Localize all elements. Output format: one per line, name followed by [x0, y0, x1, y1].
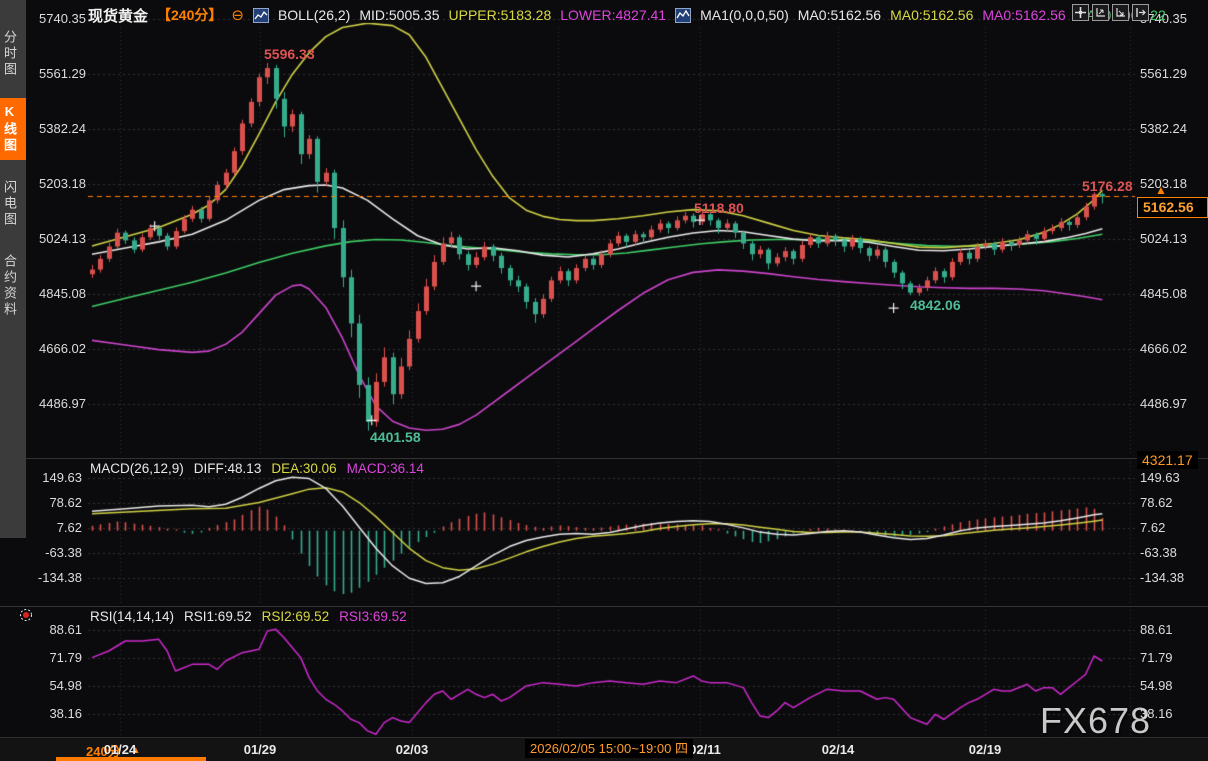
price-annotation: 5596.33 [264, 46, 315, 62]
main-y-tick-left: 5382.24 [16, 121, 86, 136]
range-low-badge: 4321.17 [1137, 451, 1198, 469]
x-axis-label: 02/14 [822, 742, 855, 757]
main-y-tick-right: 5382.24 [1140, 121, 1187, 136]
current-price-badge: 5162.56 [1137, 197, 1208, 218]
main-y-tick-left: 4486.97 [16, 396, 86, 411]
rsi-y-tick-left: 54.98 [12, 678, 82, 693]
collapse-panel-icon[interactable] [1132, 4, 1149, 21]
boll-lower-value: LOWER:4827.41 [560, 7, 666, 23]
watermark: FX678 [1040, 700, 1151, 742]
ma-label: MA1(0,0,0,50) [700, 7, 789, 23]
rsi-y-tick-right: 71.79 [1140, 650, 1173, 665]
macd-header: MACD(26,12,9) DIFF:48.13 DEA:30.06 MACD:… [90, 461, 424, 476]
sidebar: 分时图 K线图闪电图合约资料 [0, 0, 26, 538]
timeframe-underline [56, 757, 206, 761]
chart-header: 现货黄金 【240分】 ⊖ BOLL(26,2) MID:5005.35 UPP… [88, 4, 1166, 26]
main-y-tick-left: 4666.02 [16, 341, 86, 356]
rsi1-value: RSI1:69.52 [184, 609, 252, 624]
symbol-title: 现货黄金 [88, 5, 148, 26]
indicator-chart-icon[interactable] [675, 8, 691, 23]
macd-y-tick-right: -63.38 [1140, 545, 1177, 560]
live-alert-icon [19, 608, 33, 627]
main-y-tick-right: 5024.13 [1140, 231, 1187, 246]
boll-mid-value: MID:5005.35 [359, 7, 439, 23]
main-y-tick-left: 4845.08 [16, 286, 86, 301]
panel-divider [0, 606, 1208, 607]
rsi-y-tick-left: 38.16 [12, 706, 82, 721]
price-annotation: 5176.28 [1082, 178, 1133, 194]
macd-y-tick-right: 149.63 [1140, 470, 1180, 485]
macd-diff-value: DIFF:48.13 [194, 461, 262, 476]
main-y-tick-left: 5740.35 [16, 11, 86, 26]
x-axis-label: 02/19 [969, 742, 1002, 757]
pan-icon[interactable] [1072, 4, 1089, 21]
main-y-tick-left: 5561.29 [16, 66, 86, 81]
chart-toolbar [1072, 4, 1149, 21]
rsi-y-tick-left: 71.79 [12, 650, 82, 665]
main-y-tick-left: 5024.13 [16, 231, 86, 246]
x-axis-label: 01/24 [104, 742, 137, 757]
rsi-y-tick-right: 54.98 [1140, 678, 1173, 693]
main-y-tick-right: 5561.29 [1140, 66, 1187, 81]
price-marker-arrow-icon: ▲ [1155, 183, 1167, 197]
macd-y-tick-left: -134.38 [12, 570, 82, 585]
rsi3-value: RSI3:69.52 [339, 609, 407, 624]
sidebar-item-1[interactable]: 分时图 [0, 24, 26, 84]
ma0-value-white: MA0:5162.56 [798, 7, 881, 23]
price-annotation: 4842.06 [910, 297, 961, 313]
macd-y-tick-right: 7.62 [1140, 520, 1165, 535]
sidebar-item-2[interactable]: K线图 [0, 98, 26, 160]
rsi-y-tick-right: 38.16 [1140, 706, 1173, 721]
trading-app: 分时图 K线图闪电图合约资料 现货黄金 【240分】 ⊖ BOLL(26,2) M… [0, 0, 1208, 760]
collapse-circle-icon[interactable]: ⊖ [231, 6, 244, 24]
macd-y-tick-left: -63.38 [12, 545, 82, 560]
x-axis-label: 01/29 [244, 742, 277, 757]
chart-canvas[interactable] [0, 0, 1208, 737]
macd-y-tick-right: -134.38 [1140, 570, 1184, 585]
rsi-header: RSI(14,14,14) RSI1:69.52 RSI2:69.52 RSI3… [90, 609, 407, 624]
main-y-tick-left: 5203.18 [16, 176, 86, 191]
panel-divider [0, 458, 1208, 459]
ma0-value-yellow: MA0:5162.56 [890, 7, 973, 23]
macd-dea-value: DEA:30.06 [271, 461, 336, 476]
bottom-bar: 240分 ▲ 01/2401/2902/0302/1102/1402/19 20… [0, 737, 1208, 761]
main-y-tick-right: 4486.97 [1140, 396, 1187, 411]
main-y-tick-right: 4845.08 [1140, 286, 1187, 301]
ma0-value-magenta: MA0:5162.56 [982, 7, 1065, 23]
rsi2-value: RSI2:69.52 [262, 609, 330, 624]
rsi-y-tick-right: 88.61 [1140, 622, 1173, 637]
boll-label: BOLL(26,2) [278, 7, 350, 23]
macd-label: MACD(26,12,9) [90, 461, 184, 476]
price-annotation: 5118.80 [694, 200, 744, 216]
main-y-tick-right: 4666.02 [1140, 341, 1187, 356]
boll-upper-value: UPPER:5183.28 [449, 7, 552, 23]
timeframe-badge: 【240分】 [157, 5, 222, 25]
sidebar-item-3[interactable]: 闪电图 [0, 174, 26, 234]
x-axis-label: 02/11 [689, 742, 721, 757]
rsi-label: RSI(14,14,14) [90, 609, 174, 624]
x-axis-label: 02/03 [396, 742, 429, 757]
macd-macd-value: MACD:36.14 [347, 461, 424, 476]
price-annotation: 4401.58 [370, 429, 421, 445]
axis-move-icon[interactable] [1112, 4, 1129, 21]
crosshair-date-tooltip: 2026/02/05 15:00~19:00 四 [525, 739, 693, 758]
axis-scale-icon[interactable] [1092, 4, 1109, 21]
macd-y-tick-right: 78.62 [1140, 495, 1173, 510]
indicator-chart-icon[interactable] [253, 8, 269, 23]
sidebar-item-4[interactable]: 合约资料 [0, 248, 26, 324]
